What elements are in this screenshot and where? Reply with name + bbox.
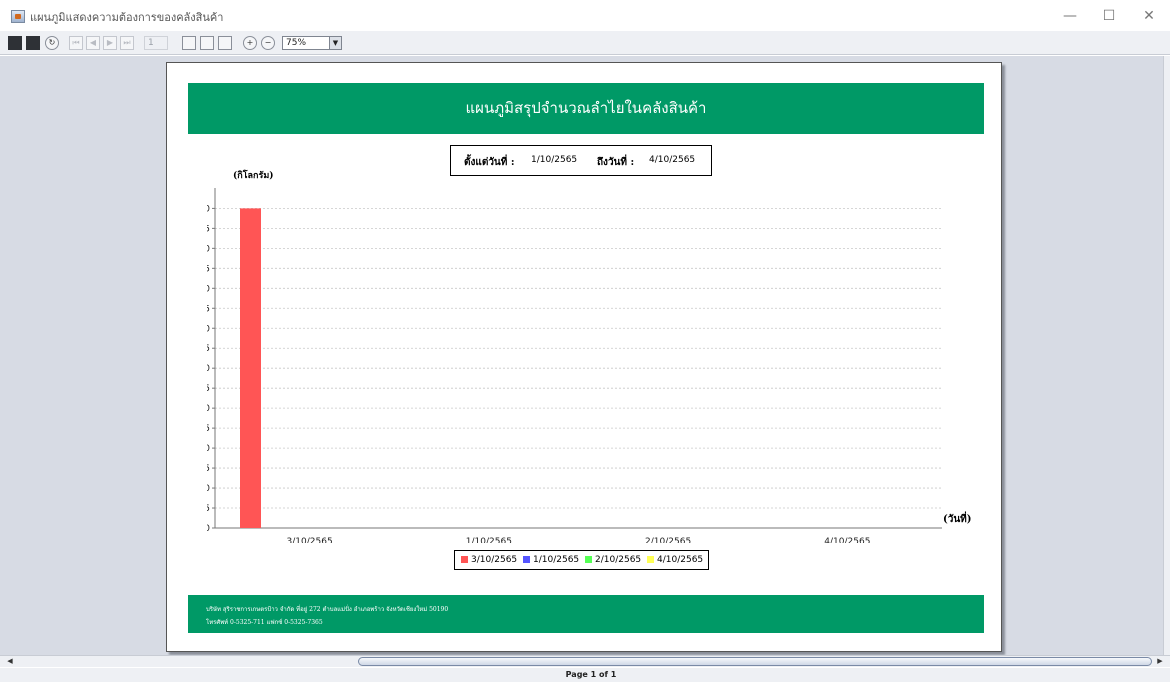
legend-swatch [523,556,530,563]
first-page-icon[interactable]: ⏮ [69,36,83,50]
y-tick-label: 5.5 [207,304,210,314]
next-page-icon[interactable]: ▶ [103,36,117,50]
y-tick-label: 2.0 [207,444,210,454]
y-tick-label: 1.5 [207,464,210,474]
from-date-value: 1/10/2565 [531,155,578,165]
close-button[interactable]: ✕ [1129,5,1169,27]
java-app-icon [11,10,25,23]
legend-item: 1/10/2565 [523,555,579,565]
viewer-toolbar: ↻ ⏮ ◀ ▶ ⏭ 1 + − 75% ▼ [0,31,1170,55]
last-page-icon[interactable]: ⏭ [120,36,134,50]
y-tick-label: 3.5 [207,384,210,394]
legend-label: 1/10/2565 [533,555,580,565]
y-axis-label: (กิโลกรัม) [233,171,274,181]
y-tick-label: 7.5 [207,224,210,234]
minimize-button[interactable]: — [1050,5,1090,27]
legend-label: 2/10/2565 [595,555,642,565]
from-date-label: ตั้งแต่วันที่ : [464,157,515,168]
page-info: Page 1 of 1 [565,670,617,679]
legend-swatch [647,556,654,563]
report-title: แผนภูมิสรุปจำนวณลำไยในคลังสินค้า [465,99,707,117]
legend-item: 2/10/2565 [585,555,641,565]
y-tick-label: 2.5 [207,424,210,434]
footer-contact: โทรศัพท์ 0-5325-711 แฟกซ์ 0-5325-7365 [206,619,323,626]
to-date-value: 4/10/2565 [649,155,696,165]
prev-page-icon[interactable]: ◀ [86,36,100,50]
zoom-select[interactable]: 75% ▼ [282,36,342,50]
status-bar: Page 1 of 1 [0,668,1170,682]
report-viewer: แผนภูมิสรุปจำนวณลำไยในคลังสินค้า ตั้งแต่… [0,56,1170,655]
save-icon[interactable] [8,36,22,50]
x-tick-label: 2/10/2565 [645,537,691,543]
y-tick-label: 4.0 [207,364,210,374]
y-tick-label: 3.0 [207,404,210,414]
report-page: แผนภูมิสรุปจำนวณลำไยในคลังสินค้า ตั้งแต่… [166,62,1002,652]
refresh-icon[interactable]: ↻ [45,36,59,50]
x-tick-label: 3/10/2565 [287,537,333,543]
chart-bar [240,208,261,528]
scroll-left-icon[interactable]: ◀ [4,657,16,666]
y-tick-label: 5.0 [207,324,210,334]
horizontal-scrollbar[interactable]: ◀ ▶ [0,655,1170,667]
y-tick-label: 0.5 [207,504,210,514]
x-tick-label: 1/10/2565 [466,537,512,543]
bar-chart: 0.0 0.5 1.0 1.5 2.0 2.5 3.0 3.5 4.0 4.5 5.0 5.5 6.0 6… [207,188,942,543]
footer-company-address: บริษัท สุริราชการเกษตรป้าว จำกัด ที่อยู่… [206,606,449,613]
date-range-box: ตั้งแต่วันที่ : 1/10/2565 ถึงวันที่ : 4/… [450,145,712,176]
legend-label: 3/10/2565 [471,555,518,565]
zoom-value: 75% [286,38,307,48]
x-axis-label: (วันที่) [943,514,972,525]
chevron-down-icon[interactable]: ▼ [329,37,341,49]
y-tick-label: 1.0 [207,484,210,494]
to-date-label: ถึงวันที่ : [597,157,635,168]
x-tick-label: 4/10/2565 [824,537,870,543]
legend-item: 4/10/2565 [647,555,703,565]
y-tick-label: 6.5 [207,264,210,274]
legend-item: 3/10/2565 [461,555,517,565]
legend-label: 4/10/2565 [657,555,704,565]
y-tick-label: 7.0 [207,244,210,254]
window-title: แผนภูมิแสดงความต้องการของคลังสินค้า [30,11,224,24]
report-header-band: แผนภูมิสรุปจำนวณลำไยในคลังสินค้า [188,83,984,134]
page-number-field[interactable]: 1 [144,36,168,50]
y-tick-label: 4.5 [207,344,210,354]
horizontal-scroll-thumb[interactable] [358,657,1152,666]
zoom-in-icon[interactable]: + [243,36,257,50]
y-tick-label: 0.0 [207,524,210,534]
maximize-button[interactable]: ☐ [1089,5,1129,27]
fit-width-icon[interactable] [218,36,232,50]
vertical-scrollbar[interactable] [1163,56,1170,655]
scroll-right-icon[interactable]: ▶ [1154,657,1166,666]
actual-size-icon[interactable] [182,36,196,50]
zoom-out-icon[interactable]: − [261,36,275,50]
y-tick-label: 8.0 [207,204,210,214]
print-icon[interactable] [26,36,40,50]
legend-swatch [585,556,592,563]
chart-legend: 3/10/2565 1/10/2565 2/10/2565 4/10/2565 [454,550,709,570]
legend-swatch [461,556,468,563]
report-footer-band: บริษัท สุริราชการเกษตรป้าว จำกัด ที่อยู่… [188,595,984,633]
fit-page-icon[interactable] [200,36,214,50]
y-tick-label: 6.0 [207,284,210,294]
window-titlebar: แผนภูมิแสดงความต้องการของคลังสินค้า — ☐ … [0,0,1170,31]
